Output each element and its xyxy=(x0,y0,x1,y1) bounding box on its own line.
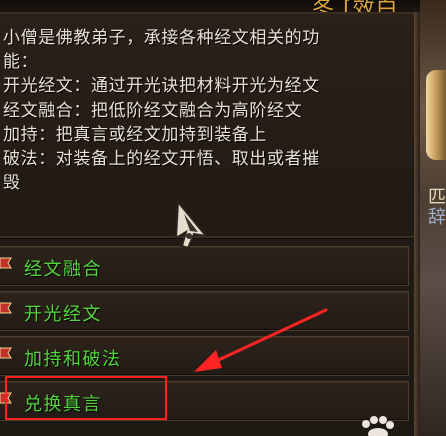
paw-icon[interactable] xyxy=(356,414,396,436)
flag-icon xyxy=(0,257,12,269)
option-label: 加持和破法 xyxy=(24,349,122,370)
flag-icon xyxy=(0,302,12,314)
flag-icon xyxy=(0,347,12,359)
option-label: 经文融合 xyxy=(24,259,102,280)
flag-icon xyxy=(0,392,12,404)
option-sutra-fusion[interactable]: 经文融合 xyxy=(0,246,409,286)
red-arrow-icon xyxy=(194,308,328,372)
game-screen: 冬 [效白 小僧是佛教弟子，承接各种经文相关的功 能： 开光经文：通过开光诀把材… xyxy=(0,0,446,436)
side-text-line: 辞 xyxy=(428,207,446,228)
background-side-text: 匹 辞 xyxy=(428,188,446,228)
option-label: 开光经文 xyxy=(24,304,102,325)
background-gold-ornament xyxy=(426,70,446,160)
option-exchange-mantra[interactable]: 兑换真言 xyxy=(0,381,409,421)
npc-description-text: 小僧是佛教弟子，承接各种经文相关的功 能： 开光经文：通过开光诀把材料开光为经文… xyxy=(3,28,320,194)
side-text-line: 匹 xyxy=(428,188,446,208)
option-label: 兑换真言 xyxy=(24,394,102,415)
ornate-pointer-cursor xyxy=(174,200,209,250)
